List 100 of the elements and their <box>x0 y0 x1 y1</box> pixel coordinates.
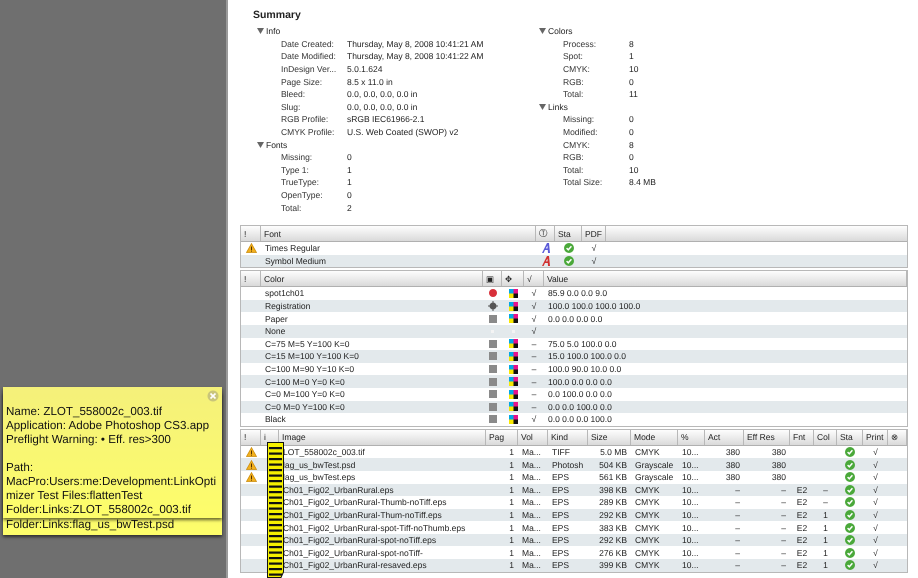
image-name: Ch01_Fig02_UrbanRural-Thum-noTiff.eps <box>282 508 443 522</box>
table-cell-text: 380 <box>724 446 741 458</box>
used-mark: √ <box>530 312 538 325</box>
field-label: CMYK Profile: <box>281 127 336 138</box>
table-cell-text: 10... <box>681 546 700 560</box>
table-cell-text: TIFF <box>551 446 571 458</box>
column-header[interactable]: Color <box>261 271 483 286</box>
table-cell-text: 1 <box>508 458 515 471</box>
color-value: 85.9 0.0 0.0 9.0 <box>547 287 608 300</box>
color-name: C=100 M=0 Y=0 K=0 <box>264 376 346 388</box>
table-cell-text: Ma... <box>521 522 542 534</box>
color-value: 15.0 100.0 100.0 0.0 <box>547 350 627 363</box>
field-value: 1 <box>347 177 352 188</box>
field-value: 10 <box>629 164 638 175</box>
field-value: 1 <box>347 164 352 175</box>
section-title: Fonts <box>266 140 288 150</box>
color-name: Registration <box>264 300 312 312</box>
column-header[interactable]: ! <box>241 430 261 445</box>
table-cell-text: – <box>780 496 787 509</box>
field-label: Spot: <box>563 51 584 62</box>
column-header[interactable]: Value <box>544 271 907 286</box>
table-cell-text: – <box>734 559 741 572</box>
column-header[interactable]: Act <box>705 430 744 445</box>
field-label: Total Size: <box>563 177 604 188</box>
field-value: 0.0, 0.0, 0.0, 0.0 in <box>347 102 418 112</box>
column-header[interactable]: ! <box>241 226 261 241</box>
column-header[interactable]: Sta <box>555 226 582 241</box>
color-name: C=0 M=100 Y=0 K=0 <box>264 388 346 401</box>
table-cell-text: Photosh <box>551 458 584 471</box>
column-header[interactable]: ▣ <box>483 271 502 286</box>
table-cell-text: Ma... <box>521 508 542 522</box>
field-value: 2 <box>347 202 352 213</box>
table-cell-text: 1 <box>822 508 829 522</box>
column-header[interactable]: Sta <box>837 430 863 445</box>
column-header[interactable]: Vol <box>518 430 548 445</box>
column-header[interactable]: Print <box>863 430 888 445</box>
collapse-triangle-icon[interactable] <box>539 28 546 34</box>
collapse-triangle-icon[interactable] <box>257 142 264 148</box>
column-header[interactable]: Pag <box>486 430 518 445</box>
field-label: CMYK: <box>563 140 591 150</box>
column-header[interactable]: % <box>678 430 705 445</box>
table-cell-text: – <box>780 559 787 572</box>
column-header[interactable]: √ <box>524 271 544 286</box>
table-cell-text: 1 <box>508 496 515 509</box>
table-cell-text: 10... <box>681 484 700 496</box>
field-value: U.S. Web Coated (SWOP) v2 <box>347 127 458 138</box>
used-mark: – <box>530 388 538 401</box>
print-check: √ <box>872 458 879 471</box>
table-cell-text: – <box>780 546 787 560</box>
table-cell-text: 1 <box>508 522 515 534</box>
column-header[interactable]: Col <box>814 430 837 445</box>
column-header[interactable]: ✥ <box>502 271 524 286</box>
print-check: √ <box>872 484 879 496</box>
column-header[interactable]: Eff Res <box>744 430 790 445</box>
print-check: √ <box>872 559 879 572</box>
column-header[interactable]: ! <box>241 271 261 286</box>
table-cell-text: E2 <box>796 546 808 560</box>
table-cell-text: 398 KB <box>598 484 628 496</box>
used-mark: – <box>530 376 538 388</box>
summary-title: Summary <box>253 9 302 21</box>
table-cell-text: EPS <box>551 546 570 560</box>
color-value: 0.0 100.0 0.0 0.0 <box>547 388 613 401</box>
column-header[interactable]: Size <box>588 430 631 445</box>
field-label: Page Size: <box>281 76 324 87</box>
tooltip-text: mizer Test Files:flattenTest <box>5 489 144 503</box>
column-header[interactable]: Font <box>261 226 536 241</box>
table-cell-text: E2 <box>796 496 808 509</box>
print-check: √ <box>872 496 879 509</box>
column-header[interactable]: PDF <box>582 226 606 241</box>
field-value: 1 <box>629 51 634 62</box>
table-cell-text: 1 <box>508 446 515 458</box>
column-header[interactable]: Kind <box>548 430 588 445</box>
field-value: 0 <box>347 152 352 162</box>
field-label: OpenType: <box>281 190 324 200</box>
table-cell-text: 1 <box>508 534 515 546</box>
column-header[interactable]: ⊗ <box>888 430 907 445</box>
collapse-triangle-icon[interactable] <box>257 28 264 34</box>
image-name: Ch01_Fig02_UrbanRural-Thumb-noTiff.eps <box>282 496 448 509</box>
column-header[interactable]: Mode <box>631 430 678 445</box>
section-title: Info <box>266 26 280 36</box>
color-name: C=75 M=5 Y=100 K=0 <box>264 338 350 350</box>
field-value: sRGB IEC61966-2.1 <box>347 114 424 124</box>
used-mark: – <box>530 400 538 414</box>
collapse-triangle-icon[interactable] <box>539 104 546 110</box>
field-value: 8 <box>629 140 634 150</box>
table-cell-text: E2 <box>796 534 808 546</box>
tooltip-text: Path: <box>5 461 34 475</box>
table-cell-text: – <box>822 484 829 496</box>
font-name: Symbol Medium <box>264 254 327 268</box>
tooltip-text: MacPro:Users:me:Development:LinkOpti <box>5 475 218 489</box>
field-value: 0 <box>629 152 634 162</box>
column-header[interactable]: Fnt <box>790 430 814 445</box>
table-cell-text: Ma... <box>521 546 542 560</box>
field-label: Missing: <box>563 114 596 124</box>
table-cell-text: EPS <box>551 559 570 572</box>
field-value: Thursday, May 8, 2008 10:41:21 AM <box>347 38 484 49</box>
field-value: 11 <box>629 89 638 100</box>
tooltip-text: Preflight Warning: • Eff. res>300 <box>5 433 172 447</box>
column-header[interactable]: Ⓣ <box>536 226 555 241</box>
table-cell-text: EPS <box>551 534 570 546</box>
